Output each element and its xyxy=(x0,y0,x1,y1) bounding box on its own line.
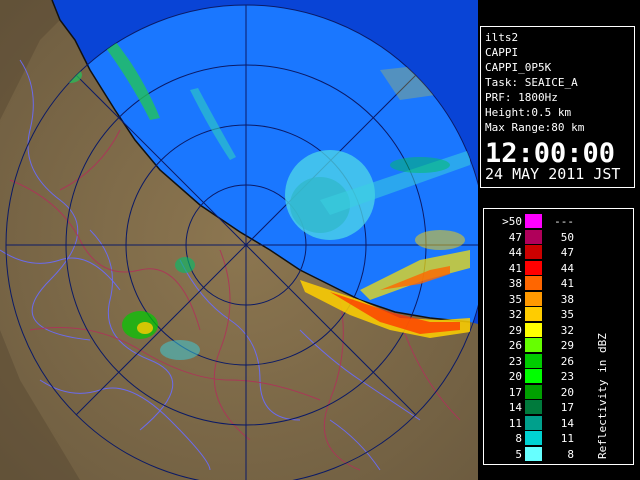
legend-low-value: 26 xyxy=(508,339,522,352)
legend-swatch xyxy=(525,307,542,321)
legend-low-value: 41 xyxy=(508,261,522,275)
legend-low-value: 5 xyxy=(515,447,522,461)
legend-high-value: 14 xyxy=(560,416,574,430)
legend-low-value: 17 xyxy=(508,385,522,399)
legend-swatch xyxy=(525,369,542,383)
legend-swatch xyxy=(525,322,542,337)
legend-swatch xyxy=(525,431,542,445)
legend-row: 35 38 xyxy=(484,291,633,307)
product-id: CAPPI_0P5K xyxy=(485,61,552,74)
legend-row: 41 44 xyxy=(484,260,633,276)
legend-swatch xyxy=(525,214,542,228)
legend-low-value: 14 xyxy=(508,401,522,414)
legend-high-value: 23 xyxy=(560,370,574,383)
legend-high-value: 26 xyxy=(560,354,574,368)
legend-row: 14 17 xyxy=(484,400,633,415)
prf-label: PRF: 1800Hz xyxy=(485,91,558,104)
legend-low-value: 47 xyxy=(508,230,522,244)
legend-low-value: 35 xyxy=(508,292,522,306)
legend-row: >50 --- xyxy=(484,214,633,229)
date-display: 24 MAY 2011 JST xyxy=(485,165,621,183)
legend-high-value: 8 xyxy=(567,447,574,461)
max-range-label: Max Range:80 km xyxy=(485,121,585,134)
legend-row: 17 20 xyxy=(484,384,633,400)
legend-row: 29 32 xyxy=(484,322,633,338)
legend-low-value: 11 xyxy=(508,416,522,430)
legend-unit: Reflectivity in dBZ xyxy=(596,333,609,459)
legend-high-value: 29 xyxy=(560,339,574,352)
legend-high-value: 32 xyxy=(560,323,574,337)
legend-swatch xyxy=(525,400,542,414)
radar-map xyxy=(0,0,478,480)
legend-row: 11 14 xyxy=(484,415,633,431)
product-name: CAPPI xyxy=(485,46,519,59)
legend-row: 26 29 xyxy=(484,338,633,353)
legend-high-value: 11 xyxy=(560,432,574,445)
legend-low-value: 44 xyxy=(508,246,522,259)
legend-swatch xyxy=(525,415,542,430)
legend-high-value: 41 xyxy=(560,277,574,290)
legend-high-value: 44 xyxy=(560,261,574,275)
legend-high-value: --- xyxy=(554,215,574,228)
legend-row: 20 23 xyxy=(484,369,633,384)
legend-low-value: 20 xyxy=(508,370,522,383)
legend-row: 47 50 xyxy=(484,229,633,245)
legend-high-value: 17 xyxy=(560,401,574,414)
legend-row: 58 xyxy=(484,446,633,462)
legend-swatch xyxy=(525,291,542,306)
station-name: ilts2 xyxy=(485,31,519,44)
legend-row: 23 26 xyxy=(484,353,633,369)
legend-row: 32 35 xyxy=(484,307,633,322)
legend-row: 44 47 xyxy=(484,245,633,260)
legend-high-value: 50 xyxy=(560,230,574,244)
legend-low-value: 32 xyxy=(508,308,522,321)
legend-swatch xyxy=(525,384,542,399)
legend-swatch xyxy=(525,229,542,244)
legend-low-value: 38 xyxy=(508,277,522,290)
legend-swatch xyxy=(525,276,542,290)
legend-swatch xyxy=(525,260,542,275)
legend-low-value: 23 xyxy=(508,354,522,368)
info-panel: ilts2 CAPPI CAPPI_0P5K Task: SEAICE_A PR… xyxy=(480,26,635,188)
height-label: Height:0.5 km xyxy=(485,106,572,119)
task-label: Task: SEAICE_A xyxy=(485,76,578,89)
legend-high-value: 35 xyxy=(560,308,574,321)
legend-swatch xyxy=(525,245,542,259)
color-legend: >50 --- 47 50 44 47 41 44 38 41 35 38 32 35 29 32 26 29 23… xyxy=(483,208,634,465)
legend-high-value: 47 xyxy=(560,246,574,259)
legend-row: 38 41 xyxy=(484,276,633,291)
legend-high-value: 20 xyxy=(560,385,574,399)
legend-low-value: >50 xyxy=(502,215,522,228)
legend-low-value: 8 xyxy=(515,432,522,445)
legend-row: 8 11 xyxy=(484,431,633,446)
legend-low-value: 29 xyxy=(508,323,522,337)
legend-swatch xyxy=(525,446,542,461)
legend-swatch xyxy=(525,353,542,368)
legend-high-value: 38 xyxy=(560,292,574,306)
legend-swatch xyxy=(525,338,542,352)
